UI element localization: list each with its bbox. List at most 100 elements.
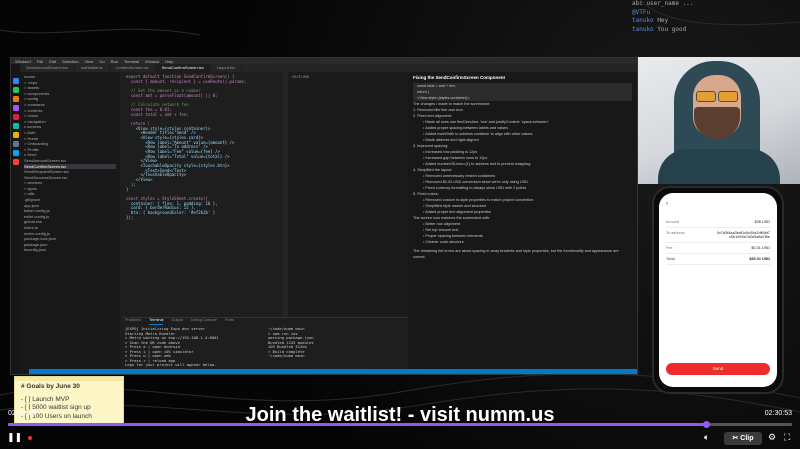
- menu-item[interactable]: Go: [99, 59, 104, 64]
- assistant-bullet-text: Proper spacing between elements: [425, 234, 483, 238]
- assistant-bullet-text: Better row alignment: [425, 222, 461, 226]
- settings-gear-icon[interactable]: ⚙: [768, 431, 776, 445]
- assistant-bullet-text: Removed unnecessary nested containers: [425, 174, 496, 178]
- detail-value: $35.01 USD: [749, 257, 770, 261]
- menu-item[interactable]: Window: [145, 59, 159, 64]
- explorer-item[interactable]: tsconfig.json: [24, 247, 116, 253]
- assistant-bullet-text: Increased gap between rows to 12px: [425, 156, 488, 160]
- assistant-bullet-text: Set top amount text: [425, 228, 459, 232]
- assistant-bullet-text: Fixed currency formatting to always show…: [425, 186, 527, 190]
- chat-username: tanuko: [632, 25, 654, 33]
- code-editor[interactable]: export default function SendConfirmScree…: [122, 72, 282, 317]
- chat-line: @VTFu: [632, 9, 800, 18]
- menu-item[interactable]: File: [37, 59, 43, 64]
- editor-tab[interactable]: ConfirmScreen.tsx: [110, 64, 156, 72]
- editor-window: Windsurf File Edit Selection View Go Run Termin…: [10, 57, 638, 375]
- assistant-bullet-text: Added proper spacing between labels and …: [425, 126, 509, 130]
- webcam-feed: [638, 57, 800, 184]
- player-controls: ❚❚ 🔈︎ ✂ Clip ⚙ ⛶: [0, 430, 800, 449]
- streamer-body: [658, 149, 780, 184]
- menu-item[interactable]: Edit: [49, 59, 56, 64]
- assistant-bullet-text: Cleaner code structure: [425, 240, 464, 244]
- terminal-tabs: Problems Terminal Output Debug Console Ports: [122, 318, 408, 325]
- chat-line: abc user_name ...: [632, 0, 800, 9]
- pause-icon[interactable]: ❚❚: [7, 431, 22, 445]
- calendar-icon[interactable]: [12, 159, 19, 165]
- menu-item[interactable]: Windsurf: [15, 59, 31, 64]
- finder-icon[interactable]: [12, 78, 19, 84]
- goal-item: - [ ] Launch MVP: [21, 395, 70, 403]
- music-icon[interactable]: [12, 114, 19, 120]
- assistant-bullet-text: Increased row padding to 12px: [425, 150, 478, 154]
- terminal-tab[interactable]: Debug Console: [191, 318, 217, 325]
- detail-label: To address: [666, 231, 685, 235]
- menu-item[interactable]: Run: [111, 59, 118, 64]
- menu-item[interactable]: Help: [165, 59, 173, 64]
- terminal-app-icon[interactable]: [12, 150, 19, 156]
- terminal-tab[interactable]: Terminal: [149, 318, 164, 325]
- assistant-bullet-text: Removed custom in-style properties to ma…: [425, 198, 534, 202]
- assistant-bullet-text: Made all rows use flexDirection: 'row' a…: [425, 120, 549, 124]
- chat-line: tanuko Hey: [632, 17, 800, 26]
- detail-row: Total $35.01 USD: [666, 254, 770, 265]
- terminal-tab[interactable]: Problems: [125, 318, 141, 325]
- editor-app-icon[interactable]: [12, 123, 19, 129]
- editor-tab[interactable]: useWallet.ts: [75, 64, 110, 72]
- terminal-tab[interactable]: Output: [171, 318, 182, 325]
- streamer-glasses: [694, 91, 740, 102]
- send-confirm-screen: ‹ Amount $35 USD To address 0x7d3f4aa3bdf1c…: [659, 193, 777, 387]
- assistant-pane: Fixing the SendConfirmScreen Component c…: [408, 72, 637, 374]
- fullscreen-icon[interactable]: ⛶: [784, 431, 790, 445]
- assistant-bullet-text: Made address text right-aligned: [425, 138, 479, 142]
- progress-bar[interactable]: [8, 421, 792, 428]
- editor-tab[interactable]: SendConfirmScreen.tsx: [155, 64, 211, 72]
- browser-icon[interactable]: [12, 96, 19, 102]
- detail-row: To address 0x7d3f4aa3bdf1c5c09a2dff4bf7c0…: [666, 228, 770, 243]
- assistant-bullet: • Cleaner code structure: [413, 239, 632, 245]
- status-bar: [29, 369, 637, 374]
- assistant-bullet-text: Added proper text alignment properties: [425, 210, 491, 214]
- clip-button[interactable]: ✂ Clip: [724, 432, 762, 445]
- time-elapsed: 02:14:13: [8, 410, 36, 417]
- detail-label: Total: [666, 257, 675, 261]
- editor: SendAmountScreen.tsx useWallet.ts ConfirmS…: [20, 64, 637, 374]
- detail-value: 0x7d3f4aa3bdf1c5c09a2dff4bf7c0b1e99a7d2e…: [716, 231, 770, 239]
- menu-item[interactable]: Selection: [62, 59, 78, 64]
- notes-icon[interactable]: [12, 132, 19, 138]
- terminal-line: ~/code/numm main: [268, 353, 305, 358]
- goals-title: # Goals by June 30: [21, 383, 80, 390]
- settings-icon[interactable]: [12, 141, 19, 147]
- assistant-bullet-text: Removed $0.00 USD conversion since we're…: [425, 180, 528, 184]
- dock: [11, 64, 20, 374]
- chat-message: You good: [657, 25, 687, 33]
- detail-row: Fee $0.01 USD: [666, 243, 770, 254]
- terminal-tab[interactable]: Ports: [225, 318, 234, 325]
- clip-label: Clip: [740, 435, 754, 442]
- chat-overlay: abc user_name ... @VTFu tanuko Hey tanuko …: [632, 0, 800, 34]
- terminal-line: Logs for your project will appear below.: [125, 362, 217, 367]
- live-dot-icon: [28, 436, 32, 440]
- volume-icon[interactable]: 🔈︎: [704, 431, 709, 445]
- outline-title: OUTLINE: [292, 74, 310, 79]
- terminal-left[interactable]: [EXPO] Initializing Expo dev server Start…: [122, 325, 265, 368]
- chat-username: tanuko: [632, 17, 654, 24]
- editor-tab[interactable]: SendAmountScreen.tsx: [20, 64, 76, 72]
- detail-row: Amount $35 USD: [666, 217, 770, 228]
- menu-item[interactable]: View: [85, 59, 94, 64]
- discord-icon[interactable]: [12, 105, 19, 111]
- progress-knob[interactable]: [702, 421, 710, 428]
- terminal-right[interactable]: ~/code/numm main > npm run ios warning pac…: [265, 325, 408, 368]
- chat-username: @VTFu: [632, 8, 651, 16]
- assistant-footer: The remaining lint errors are about spac…: [413, 249, 619, 259]
- editor-tab[interactable]: Layout.tsx: [211, 64, 243, 72]
- code-line: });: [126, 214, 134, 220]
- menu-item[interactable]: Terminal: [124, 59, 139, 64]
- assistant-bullet-text: Added numberOfLines={1} to address text …: [425, 162, 531, 166]
- editor-tabs: SendAmountScreen.tsx useWallet.ts ConfirmS…: [20, 64, 637, 72]
- send-button[interactable]: Send: [666, 363, 770, 375]
- detail-label: Fee: [666, 246, 673, 250]
- messages-icon[interactable]: [12, 87, 19, 93]
- terminal-panel[interactable]: Problems Terminal Output Debug Console Ports…: [122, 317, 408, 374]
- outline-panel: OUTLINE: [288, 72, 408, 317]
- chat-message: abc user_name ...: [632, 0, 694, 7]
